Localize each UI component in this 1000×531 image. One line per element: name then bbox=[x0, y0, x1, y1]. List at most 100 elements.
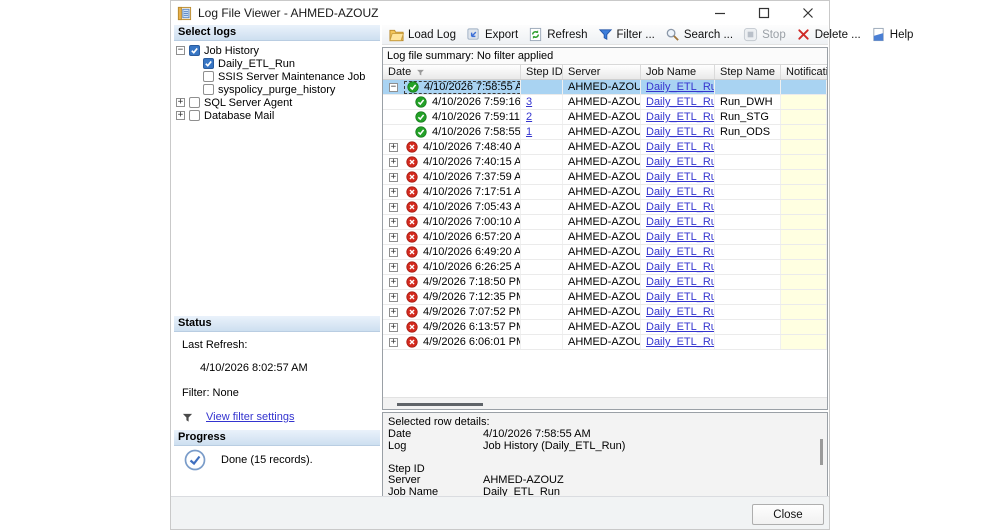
job-name-link[interactable]: Daily_ETL_Run bbox=[646, 291, 714, 303]
job-name-link[interactable]: Daily_ETL_Run bbox=[646, 216, 714, 228]
tree-item[interactable]: SSIS Server Maintenance Job bbox=[174, 70, 380, 83]
job-name-link[interactable]: Daily_ETL_Run bbox=[646, 336, 714, 348]
job-name-link[interactable]: Daily_ETL_Run bbox=[646, 276, 714, 288]
job-name-link[interactable]: Daily_ETL_Run bbox=[646, 261, 714, 273]
log-row[interactable]: − 4/10/2026 7:58:55 AM AHMED-AZOUZ Daily_ET… bbox=[383, 80, 827, 95]
column-header-date[interactable]: Date bbox=[383, 65, 521, 79]
expand-icon[interactable]: + bbox=[389, 142, 398, 152]
checkbox[interactable] bbox=[189, 97, 200, 108]
log-row[interactable]: +4/9/2026 7:07:52 PM AHMED-AZOUZ Daily_ETL… bbox=[383, 305, 827, 320]
toolbar-refresh-button[interactable]: Refresh bbox=[523, 26, 592, 43]
log-row[interactable]: +4/10/2026 7:00:10 AM AHMED-AZOUZ Daily_ET… bbox=[383, 215, 827, 230]
expand-icon[interactable]: + bbox=[389, 172, 398, 182]
date-cell: 4/10/2026 7:58:55 AM bbox=[383, 125, 521, 139]
expand-icon[interactable]: + bbox=[389, 262, 398, 272]
log-row[interactable]: +4/9/2026 6:06:01 PM AHMED-AZOUZ Daily_ETL… bbox=[383, 335, 827, 350]
log-row[interactable]: +4/10/2026 7:05:43 AM AHMED-AZOUZ Daily_ET… bbox=[383, 200, 827, 215]
date-value: 4/10/2026 7:58:55 AM bbox=[432, 126, 521, 138]
expand-icon[interactable]: + bbox=[389, 277, 398, 287]
close-button[interactable]: Close bbox=[752, 504, 824, 525]
step-name-cell: Run_DWH bbox=[715, 95, 781, 109]
step-id-link[interactable]: 3 bbox=[526, 96, 532, 108]
minimize-button[interactable] bbox=[713, 6, 727, 20]
tree-item[interactable]: + SQL Server Agent bbox=[174, 96, 380, 109]
toolbar-load-log-button[interactable]: Load Log bbox=[384, 26, 461, 43]
expand-icon[interactable]: + bbox=[176, 111, 185, 120]
log-row[interactable]: +4/10/2026 6:49:20 AM AHMED-AZOUZ Daily_ET… bbox=[383, 245, 827, 260]
column-header-step-name[interactable]: Step Name bbox=[715, 65, 781, 79]
checkbox[interactable] bbox=[203, 84, 214, 95]
vscroll-thumb[interactable] bbox=[820, 439, 823, 465]
date-focus-area: 4/10/2026 7:58:55 AM bbox=[413, 126, 521, 139]
close-window-button[interactable] bbox=[801, 6, 815, 20]
tree-item[interactable]: − Job History bbox=[174, 44, 380, 57]
horizontal-scrollbar[interactable] bbox=[383, 397, 827, 409]
date-focus-area: 4/10/2026 7:00:10 AM bbox=[404, 216, 520, 229]
checkbox[interactable] bbox=[189, 45, 200, 56]
job-name-link[interactable]: Daily_ETL_Run bbox=[646, 201, 714, 213]
step-id-link[interactable]: 2 bbox=[526, 111, 532, 123]
expand-icon[interactable]: + bbox=[389, 187, 398, 197]
hscroll-thumb[interactable] bbox=[397, 403, 483, 406]
log-row[interactable]: 4/10/2026 7:59:16 AM 3 AHMED-AZOUZ Daily_ET… bbox=[383, 95, 827, 110]
column-header-step-id[interactable]: Step ID bbox=[521, 65, 563, 79]
job-name-link[interactable]: Daily_ETL_Run bbox=[646, 306, 714, 318]
job-name-link[interactable]: Daily_ETL_Run bbox=[646, 231, 714, 243]
log-row[interactable]: +4/10/2026 7:40:15 AM AHMED-AZOUZ Daily_ET… bbox=[383, 155, 827, 170]
column-header-server[interactable]: Server bbox=[563, 65, 641, 79]
job-name-link[interactable]: Daily_ETL_Run bbox=[646, 156, 714, 168]
column-header-job-name[interactable]: Job Name bbox=[641, 65, 715, 79]
detail-row: Log Job History (Daily_ETL_Run) bbox=[383, 439, 827, 453]
log-row[interactable]: 4/10/2026 7:59:11 AM 2 AHMED-AZOUZ Daily_ET… bbox=[383, 110, 827, 125]
log-row[interactable]: 4/10/2026 7:58:55 AM 1 AHMED-AZOUZ Daily_ET… bbox=[383, 125, 827, 140]
tree-item[interactable]: + Database Mail bbox=[174, 109, 380, 122]
step-id-link[interactable]: 1 bbox=[526, 126, 532, 138]
job-name-link[interactable]: Daily_ETL_Run bbox=[646, 321, 714, 333]
job-name-link[interactable]: Daily_ETL_Run bbox=[646, 81, 714, 93]
checkbox[interactable] bbox=[189, 110, 200, 121]
expand-icon[interactable]: + bbox=[389, 157, 398, 167]
log-row[interactable]: +4/9/2026 7:12:35 PM AHMED-AZOUZ Daily_ETL… bbox=[383, 290, 827, 305]
collapse-icon[interactable]: − bbox=[389, 82, 398, 92]
view-filter-settings-link[interactable]: View filter settings bbox=[206, 411, 294, 423]
step-id-cell bbox=[521, 140, 563, 154]
expand-icon[interactable]: + bbox=[389, 307, 398, 317]
expand-icon[interactable]: + bbox=[176, 98, 185, 107]
log-row[interactable]: +4/10/2026 7:48:40 AM AHMED-AZOUZ Daily_ET… bbox=[383, 140, 827, 155]
job-name-link[interactable]: Daily_ETL_Run bbox=[646, 111, 714, 123]
log-row[interactable]: +4/10/2026 7:17:51 AM AHMED-AZOUZ Daily_ET… bbox=[383, 185, 827, 200]
checkbox[interactable] bbox=[203, 58, 214, 69]
maximize-button[interactable] bbox=[757, 6, 771, 20]
toolbar-filter-button[interactable]: Filter ... bbox=[593, 26, 660, 43]
expand-icon[interactable]: + bbox=[389, 232, 398, 242]
checkbox[interactable] bbox=[203, 71, 214, 82]
app-icon bbox=[177, 6, 192, 21]
expand-icon[interactable]: + bbox=[389, 337, 398, 347]
expand-icon[interactable]: + bbox=[389, 322, 398, 332]
tree-item[interactable]: Daily_ETL_Run bbox=[174, 57, 380, 70]
toolbar-export-button[interactable]: Export bbox=[461, 26, 523, 43]
job-name-link[interactable]: Daily_ETL_Run bbox=[646, 96, 714, 108]
toolbar-search-button[interactable]: Search ... bbox=[660, 26, 738, 43]
expand-icon[interactable]: + bbox=[389, 247, 398, 257]
toolbar-delete-button[interactable]: Delete ... bbox=[791, 26, 866, 43]
job-name-link[interactable]: Daily_ETL_Run bbox=[646, 141, 714, 153]
job-name-link[interactable]: Daily_ETL_Run bbox=[646, 126, 714, 138]
job-name-link[interactable]: Daily_ETL_Run bbox=[646, 186, 714, 198]
expand-icon[interactable]: + bbox=[389, 217, 398, 227]
expand-icon[interactable]: + bbox=[389, 202, 398, 212]
log-row[interactable]: +4/9/2026 7:18:50 PM AHMED-AZOUZ Daily_ETL… bbox=[383, 275, 827, 290]
column-header-notifications[interactable]: Notifications bbox=[781, 65, 827, 79]
job-name-link[interactable]: Daily_ETL_Run bbox=[646, 246, 714, 258]
expand-icon[interactable]: + bbox=[389, 292, 398, 302]
log-row[interactable]: +4/10/2026 6:26:25 AM AHMED-AZOUZ Daily_ET… bbox=[383, 260, 827, 275]
job-name-link[interactable]: Daily_ETL_Run bbox=[646, 171, 714, 183]
log-row[interactable]: +4/10/2026 6:57:20 AM AHMED-AZOUZ Daily_ET… bbox=[383, 230, 827, 245]
log-row[interactable]: +4/9/2026 6:13:57 PM AHMED-AZOUZ Daily_ETL… bbox=[383, 320, 827, 335]
toolbar-help-button[interactable]: Help bbox=[866, 26, 919, 43]
collapse-icon[interactable]: − bbox=[176, 46, 185, 55]
tree-item[interactable]: syspolicy_purge_history bbox=[174, 83, 380, 96]
log-row[interactable]: +4/10/2026 7:37:59 AM AHMED-AZOUZ Daily_ET… bbox=[383, 170, 827, 185]
detail-label: Log bbox=[388, 439, 407, 452]
date-value: 4/10/2026 6:26:25 AM bbox=[423, 261, 521, 273]
